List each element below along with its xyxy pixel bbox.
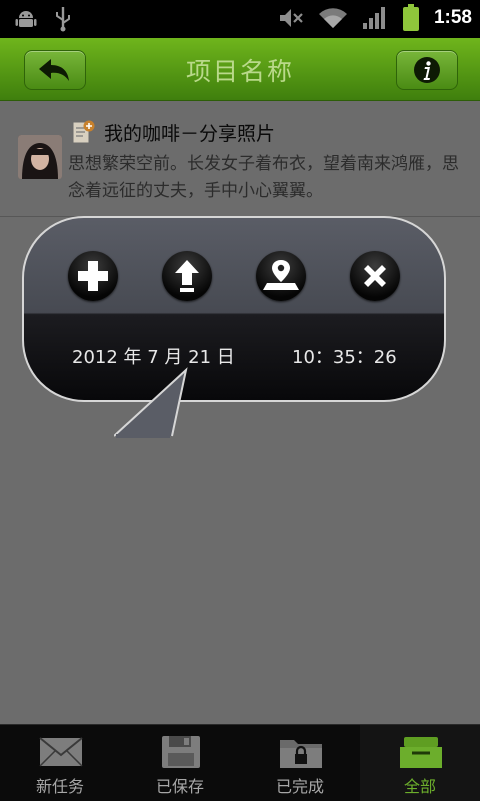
battery-icon [402,4,419,31]
inbox-tray-icon [400,737,442,768]
status-clock: 1:58 [433,7,472,28]
post-body: 思想繁荣空前。长发女子着布衣，望着南来鸿雁，思念着远征的丈夫，手中小心翼翼。 [68,154,459,201]
wifi-icon [318,8,347,28]
popup-time: 10：35：26 [292,347,397,368]
bottom-tab-bar: 新任务 已保存 已完成 全部 [0,724,480,801]
info-button[interactable] [396,50,458,90]
tab-saved[interactable]: 已保存 [120,725,240,801]
popup-date: 2012 年 7 月 21 日 [72,347,235,368]
usb-icon [56,7,70,32]
content-area: 我的咖啡－分享照片 思想繁荣空前。长发女子着布衣，望着南来鸿雁，思念着远征的丈夫… [0,101,480,724]
info-icon [414,57,440,83]
floppy-disk-icon [162,736,200,768]
mute-icon [279,9,303,27]
signal-icon [362,7,385,29]
close-x-icon [364,265,386,287]
android-icon [15,11,37,27]
plus-icon [78,261,108,291]
tab-label: 已保存 [155,777,204,796]
location-button[interactable] [256,251,306,301]
tab-label: 新任务 [35,777,84,796]
locked-folder-icon [280,740,322,768]
title-bar: 项目名称 [0,38,480,102]
post-item[interactable]: 我的咖啡－分享照片 思想繁荣空前。长发女子着布衣，望着南来鸿雁，思念着远征的丈夫… [0,101,480,217]
quick-action-popup: 2012 年 7 月 21 日 10：35：26 [22,216,446,438]
envelope-icon [39,737,83,767]
post-title: 我的咖啡－分享照片 [104,123,276,145]
map-pin-icon [263,260,299,290]
avatar [18,135,62,179]
add-button[interactable] [68,251,118,301]
upload-button[interactable] [162,251,212,301]
tab-new-tasks[interactable]: 新任务 [0,725,120,801]
close-button[interactable] [350,251,400,301]
upload-arrow-icon [175,260,199,292]
popup-pointer [114,367,188,438]
tab-completed[interactable]: 已完成 [240,725,360,801]
status-bar: 1:58 [0,0,480,38]
note-add-icon [72,120,95,144]
tab-label: 已完成 [275,777,324,796]
tab-all[interactable]: 全部 [360,725,480,801]
tab-label: 全部 [403,777,436,796]
